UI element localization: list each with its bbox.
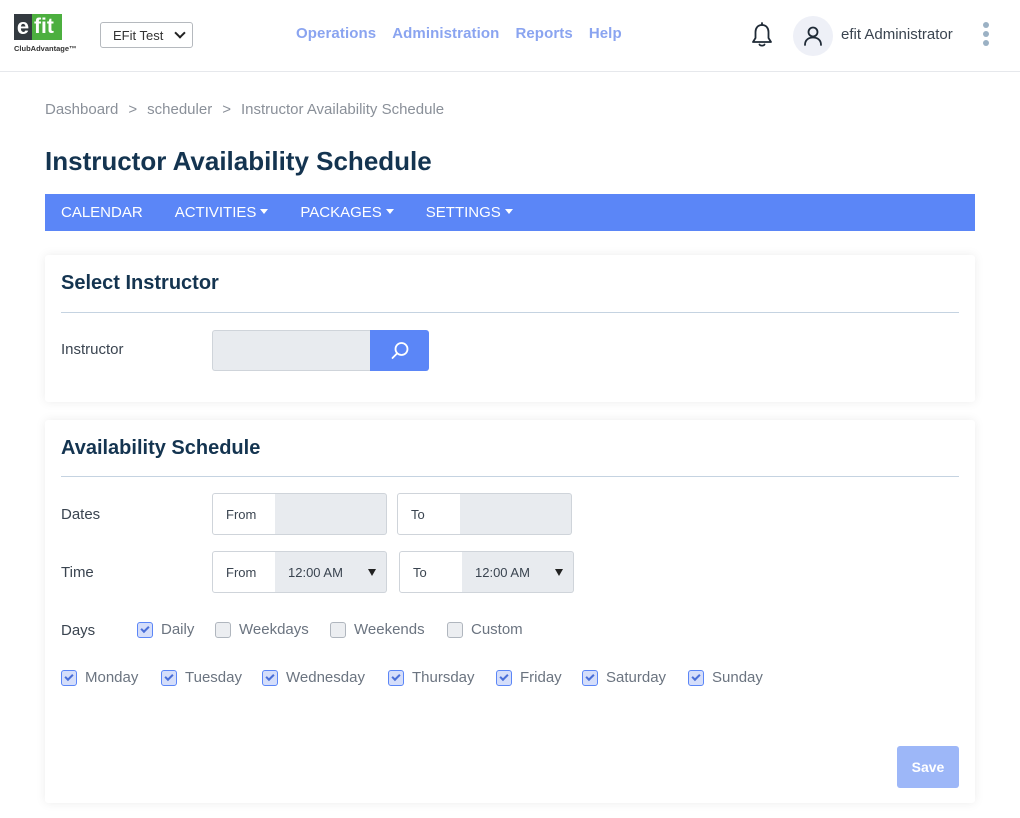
efit-logo[interactable]: e fit ClubAdvantage™ [14, 14, 86, 56]
day-tuesday-label: Tuesday [185, 669, 242, 686]
logo-subtitle: ClubAdvantage™ [14, 44, 77, 53]
breadcrumb-current: Instructor Availability Schedule [240, 101, 445, 118]
breadcrumb-separator: > [222, 101, 231, 118]
checkbox-daily[interactable] [137, 621, 153, 638]
select-instructor-card: Select Instructor Instructor [45, 255, 975, 402]
day-saturday[interactable]: Saturday [582, 669, 666, 686]
avatar[interactable] [793, 16, 833, 56]
caret-down-icon [260, 209, 269, 214]
availability-schedule-title: Availability Schedule [61, 437, 261, 459]
user-name[interactable]: efit Administrator [841, 26, 953, 43]
subnav-activities-label: ACTIVITIES [174, 204, 257, 221]
day-tuesday[interactable]: Tuesday [161, 669, 242, 686]
day-monday-label: Monday [85, 669, 139, 686]
subnav-packages[interactable]: PACKAGES [300, 204, 394, 221]
day-sunday[interactable]: Sunday [688, 669, 763, 686]
dates-from-input[interactable] [275, 493, 387, 535]
nav-administration[interactable]: Administration [392, 25, 499, 42]
preset-weekends-label: Weekends [354, 621, 425, 638]
checkbox-saturday[interactable] [582, 669, 598, 686]
subnav-packages-label: PACKAGES [300, 204, 382, 221]
preset-daily-label: Daily [161, 621, 195, 638]
day-friday-label: Friday [520, 669, 562, 686]
nav-reports[interactable]: Reports [515, 25, 572, 42]
day-thursday-label: Thursday [412, 669, 475, 686]
subnav-activities[interactable]: ACTIVITIES [175, 204, 269, 221]
chevron-down-icon [174, 27, 186, 39]
time-from-select[interactable]: 12:00 AM [275, 551, 387, 593]
time-to-select[interactable]: 12:00 AM [462, 551, 574, 593]
dates-from-addon: From [212, 493, 276, 535]
dates-label: Dates [61, 506, 101, 523]
breadcrumb-dashboard[interactable]: Dashboard [45, 101, 118, 118]
club-select-value: EFit Test [113, 27, 164, 43]
subnav-settings-label: SETTINGS [425, 204, 501, 221]
day-saturday-label: Saturday [606, 669, 667, 686]
top-bar: e fit ClubAdvantage™ EFit Test Operation… [0, 0, 1020, 72]
dates-to-input[interactable] [460, 493, 572, 535]
breadcrumb-scheduler[interactable]: scheduler [147, 101, 212, 118]
club-select[interactable]: EFit Test [100, 22, 193, 48]
day-sunday-label: Sunday [712, 669, 763, 686]
user-icon [804, 26, 822, 46]
availability-schedule-card: Availability Schedule Dates From To Time… [45, 420, 975, 803]
checkbox-custom[interactable] [447, 621, 463, 638]
preset-daily[interactable]: Daily [137, 621, 194, 638]
days-label: Days [61, 622, 96, 639]
logo-e: e [14, 14, 32, 40]
instructor-label: Instructor [61, 341, 124, 358]
day-thursday[interactable]: Thursday [388, 669, 475, 686]
checkbox-sunday[interactable] [688, 669, 704, 686]
preset-custom[interactable]: Custom [447, 621, 523, 638]
instructor-input[interactable] [212, 330, 371, 371]
checkbox-friday[interactable] [496, 669, 512, 686]
time-to-value: 12:00 AM [475, 564, 530, 580]
checkbox-monday[interactable] [61, 669, 77, 686]
dates-to-addon: To [397, 493, 461, 535]
preset-weekdays-label: Weekdays [239, 621, 309, 638]
subnav-settings[interactable]: SETTINGS [426, 204, 513, 221]
divider [61, 312, 959, 313]
preset-custom-label: Custom [471, 621, 523, 638]
nav-help[interactable]: Help [589, 25, 622, 42]
save-button[interactable]: Save [897, 746, 959, 788]
checkbox-weekends[interactable] [330, 621, 346, 638]
subnav-calendar[interactable]: CALENDAR [61, 204, 143, 221]
day-friday[interactable]: Friday [496, 669, 562, 686]
day-wednesday[interactable]: Wednesday [262, 669, 365, 686]
logo-fit: fit [32, 14, 62, 40]
caret-down-icon [368, 568, 376, 576]
instructor-search-button[interactable] [370, 330, 429, 371]
checkbox-weekdays[interactable] [215, 621, 231, 638]
checkbox-thursday[interactable] [388, 669, 404, 686]
select-instructor-title: Select Instructor [61, 272, 219, 294]
logo-mark: e fit [14, 14, 62, 40]
breadcrumb-separator: > [128, 101, 138, 118]
subnav-calendar-label: CALENDAR [61, 204, 143, 221]
nav-operations[interactable]: Operations [296, 25, 376, 42]
checkbox-tuesday[interactable] [161, 669, 177, 686]
caret-down-icon [385, 209, 394, 214]
time-from-value: 12:00 AM [288, 564, 343, 580]
preset-weekends[interactable]: Weekends [330, 621, 425, 638]
page-title: Instructor Availability Schedule [45, 146, 432, 176]
caret-down-icon [555, 568, 563, 576]
time-from-addon: From [212, 551, 276, 593]
caret-down-icon [504, 209, 513, 214]
breadcrumb: Dashboard > scheduler > Instructor Avail… [45, 101, 444, 118]
day-monday[interactable]: Monday [61, 669, 138, 686]
day-wednesday-label: Wednesday [286, 669, 365, 686]
bell-icon[interactable] [750, 22, 774, 48]
checkbox-wednesday[interactable] [262, 669, 278, 686]
kebab-menu-icon[interactable] [982, 22, 990, 48]
sub-nav: CALENDAR ACTIVITIES PACKAGES SETTINGS [45, 194, 975, 231]
preset-weekdays[interactable]: Weekdays [215, 621, 309, 638]
time-label: Time [61, 564, 94, 581]
divider [61, 476, 959, 477]
main-nav: Operations Administration Reports Help [296, 25, 622, 42]
search-icon [391, 341, 408, 359]
time-to-addon: To [399, 551, 463, 593]
